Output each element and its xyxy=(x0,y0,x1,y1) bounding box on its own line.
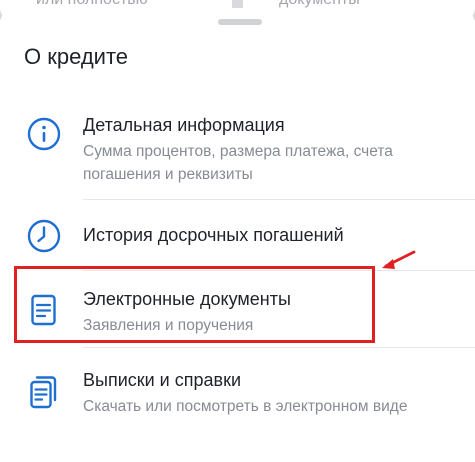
sheet-drag-handle[interactable] xyxy=(218,19,262,25)
menu-item-label: История досрочных погашений xyxy=(83,225,344,245)
menu-item-subtitle: Сумма процентов, размера платежа, счета … xyxy=(83,143,393,183)
menu-item-label: Выписки и справки xyxy=(83,370,241,390)
divider xyxy=(83,199,475,200)
menu-item-details[interactable]: Детальная информация Сумма процентов, ра… xyxy=(0,112,475,200)
divider xyxy=(83,347,475,348)
menu-item-label: Детальная информация xyxy=(83,115,285,135)
sheet-title: О кредите xyxy=(24,44,129,69)
annotation-arrow-icon xyxy=(382,250,416,269)
menu-item-subtitle: Скачать или посмотреть в электронном вид… xyxy=(83,398,408,415)
menu-item-statements[interactable]: Выписки и справки Скачать или посмотреть… xyxy=(0,366,475,426)
info-icon xyxy=(27,117,61,151)
clock-icon xyxy=(27,219,61,253)
documents-stack-icon xyxy=(30,376,57,409)
highlight-box xyxy=(14,266,375,343)
